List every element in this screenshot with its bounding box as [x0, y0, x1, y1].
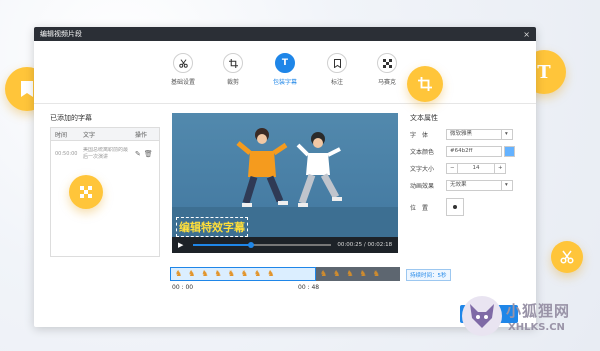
- tab-label: 标注: [330, 79, 343, 86]
- color-value: #64b2ff: [450, 147, 473, 154]
- play-button[interactable]: ▶: [178, 241, 183, 249]
- tab-label: 裁剪: [226, 79, 239, 86]
- subtitle-table: 时间 文字 操作 00:50:00 美国总统离职前的最后一次演讲 ✎ 🗑: [50, 127, 160, 257]
- watermark-logo: [462, 296, 502, 336]
- size-plus-button[interactable]: +: [494, 162, 506, 174]
- position-picker[interactable]: [446, 198, 464, 216]
- duration-badge: 持续时间：5秒: [406, 269, 451, 281]
- timeline-mid-label: 00 : 48: [298, 284, 320, 291]
- scissors-icon: [560, 250, 574, 264]
- column-time: 时间: [55, 131, 68, 139]
- table-header: 时间 文字 操作: [51, 128, 159, 141]
- font-value: 微软雅黑: [450, 130, 473, 137]
- delete-icon[interactable]: 🗑: [144, 150, 153, 158]
- watermark-text-en: XHLKS.CN: [508, 322, 565, 333]
- progress-knob[interactable]: [248, 242, 255, 248]
- size-row: 文字大小 − 14 +: [410, 162, 520, 174]
- tab-label: 马赛克: [377, 79, 396, 86]
- title-bar: 编辑视频片段 ×: [34, 27, 536, 41]
- size-input[interactable]: 14: [457, 162, 495, 174]
- tab-label: 基础设置: [170, 79, 195, 86]
- subtitle-caption[interactable]: 编辑特效字幕: [176, 217, 248, 237]
- tab-annotation[interactable]: 标注: [317, 53, 357, 86]
- fox-logo-icon: [470, 304, 494, 328]
- progress-fill: [193, 244, 252, 246]
- animation-row: 动画效果 无效果 ▾: [410, 179, 520, 191]
- font-dropdown-arrow[interactable]: ▾: [501, 128, 513, 140]
- window-title: 编辑视频片段: [40, 30, 82, 38]
- color-swatch[interactable]: [504, 145, 515, 157]
- bookmark-icon: [333, 58, 341, 68]
- position-dot-icon: [453, 205, 457, 209]
- font-row: 字 体 微软雅黑 ▾: [410, 128, 520, 140]
- position-row: 位 置: [410, 198, 520, 216]
- size-label: 文字大小: [410, 165, 435, 173]
- dancer-illustration: [296, 132, 342, 207]
- progress-track[interactable]: [193, 242, 332, 248]
- edit-clip-window: 编辑视频片段 × 基础设置 裁剪 T 包装字幕 标注 马赛克 已添加的字幕 时间…: [34, 27, 536, 327]
- toolbar: 基础设置 裁剪 T 包装字幕 标注 马赛克: [34, 41, 536, 104]
- float-crop-badge: [407, 66, 443, 102]
- tab-subtitles[interactable]: T 包装字幕: [265, 53, 305, 86]
- edit-icon[interactable]: ✎: [135, 150, 141, 158]
- timeline-thumbnails: ♞♞♞♞♞♞♞♞: [175, 269, 281, 278]
- crop-icon: [228, 58, 238, 68]
- subtitles-title: 已添加的字幕: [50, 114, 92, 122]
- text-icon: T: [281, 58, 289, 68]
- color-input[interactable]: #64b2ff: [446, 145, 502, 157]
- font-label: 字 体: [410, 131, 429, 139]
- text-icon: T: [537, 61, 551, 83]
- animation-value: 无效果: [450, 181, 467, 188]
- time-total: 00:02:18: [367, 242, 393, 248]
- timeline-selected[interactable]: ♞♞♞♞♞♞♞♞: [170, 267, 316, 281]
- animation-dropdown-arrow[interactable]: ▾: [501, 179, 513, 191]
- text-properties-panel: 文本属性 字 体 微软雅黑 ▾ 文本颜色 #64b2ff 文字大小 − 14 +…: [410, 113, 520, 216]
- float-scissors-badge: [551, 241, 583, 273]
- dancer-illustration: [236, 128, 288, 207]
- timeline-thumbnails: ♞♞♞♞♞: [320, 269, 386, 278]
- tab-mosaic[interactable]: 马赛克: [367, 53, 407, 86]
- tab-label: 包装字幕: [272, 79, 297, 86]
- position-label: 位 置: [410, 204, 429, 212]
- column-text: 文字: [83, 131, 96, 139]
- timeline-start-label: 00 : 00: [172, 284, 194, 291]
- float-mosaic-badge: [69, 175, 103, 209]
- tab-basic-settings[interactable]: 基础设置: [163, 53, 203, 86]
- mosaic-icon: [382, 58, 392, 68]
- video-preview[interactable]: 编辑特效字幕 ▶ 00:00:25 / 00:02:18: [172, 113, 398, 253]
- video-frame: 编辑特效字幕: [172, 113, 398, 237]
- row-text: 美国总统离职前的最后一次演讲: [83, 147, 129, 160]
- font-select[interactable]: 微软雅黑: [446, 128, 502, 140]
- player-controls: ▶ 00:00:25 / 00:02:18: [172, 237, 398, 253]
- timeline-unselected: ♞♞♞♞♞: [316, 267, 400, 281]
- table-row[interactable]: 00:50:00 美国总统离职前的最后一次演讲 ✎ 🗑: [51, 141, 159, 161]
- color-row: 文本颜色 #64b2ff: [410, 145, 520, 157]
- row-time: 00:50:00: [55, 151, 78, 157]
- close-button[interactable]: ×: [523, 30, 530, 39]
- tab-crop[interactable]: 裁剪: [213, 53, 253, 86]
- animation-select[interactable]: 无效果: [446, 179, 502, 191]
- column-action: 操作: [135, 131, 148, 139]
- text-properties-title: 文本属性: [410, 114, 438, 122]
- animation-label: 动画效果: [410, 182, 435, 190]
- crop-icon: [418, 77, 432, 91]
- watermark-text-cn: 小狐狸网: [506, 302, 571, 320]
- timeline[interactable]: ♞♞♞♞♞♞♞♞ ♞♞♞♞♞: [170, 267, 402, 281]
- color-label: 文本颜色: [410, 148, 435, 156]
- scissors-icon: [178, 58, 188, 68]
- mosaic-icon: [80, 186, 92, 198]
- time-current: 00:00:25: [337, 242, 363, 248]
- bookmark-icon: [21, 81, 33, 97]
